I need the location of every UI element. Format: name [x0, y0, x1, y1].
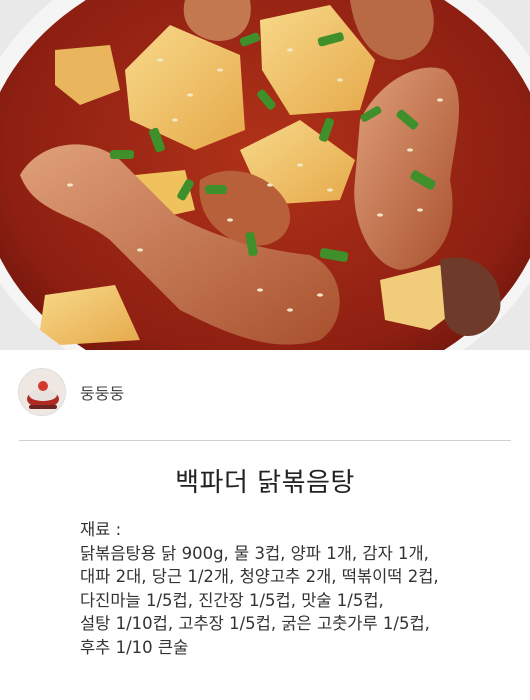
ingredient-line: 닭볶음탕용 닭 900g, 물 3컵, 양파 1개, 감자 1개, [80, 543, 429, 563]
author-name[interactable]: 둥둥둥 [80, 380, 124, 404]
ingredient-line: 다진마늘 1/5컵, 진간장 1/5컵, 맛술 1/5컵, [80, 590, 384, 610]
recipe-photo [0, 0, 530, 350]
recipe-page: 둥둥둥 백파더 닭볶음탕 재료 : 닭볶음탕용 닭 900g, 물 3컵, 양파… [0, 0, 530, 700]
divider [19, 440, 511, 441]
avatar[interactable] [18, 368, 66, 416]
ingredient-line: 대파 2대, 당근 1/2개, 청양고추 2개, 떡볶이떡 2컵, [80, 567, 439, 586]
recipe-title: 백파더 닭볶음탕 [175, 468, 355, 498]
ingredients-section: 재료 : 닭볶음탕용 닭 900g, 물 3컵, 양파 1개, 감자 1개, 대… [80, 518, 520, 659]
ingredients-heading: 재료 : [80, 520, 122, 539]
ingredient-line: 후추 1/10 큰술 [80, 637, 189, 657]
author-row[interactable]: 둥둥둥 [18, 366, 124, 418]
ingredient-line: 설탕 1/10컵, 고추장 1/5컵, 굵은 고춧가루 1/5컵, [80, 614, 430, 633]
